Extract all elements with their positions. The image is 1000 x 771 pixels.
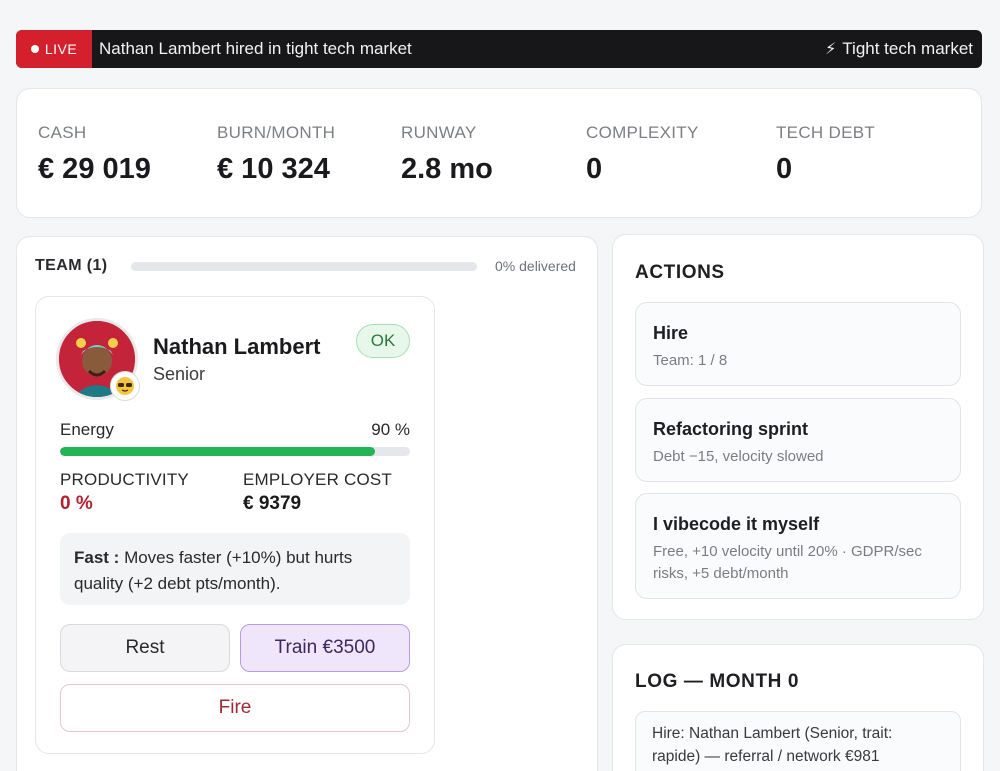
action-title: I vibecode it myself: [653, 514, 820, 534]
stat-runway-value: 2.8 mo: [401, 153, 493, 185]
ticker-message: Nathan Lambert hired in tight tech marke…: [99, 39, 412, 58]
stat-complexity-value: 0: [586, 153, 603, 185]
lightning-bolt-icon: ⚡︎: [825, 41, 837, 58]
actions-panel: ACTIONS Hire Team: 1 / 8 Refactoring spr…: [612, 234, 984, 620]
market-condition: ⚡︎ Tight tech market: [825, 39, 973, 59]
energy-bar-fill: [60, 447, 375, 456]
news-ticker: LIVE Nathan Lambert hired in tight tech …: [16, 30, 982, 68]
energy-value: 90 %: [371, 420, 410, 439]
stat-complexity: COMPLEXITY 0: [586, 123, 699, 186]
status-badge: OK: [356, 324, 410, 358]
delivery-progress-bar: [131, 262, 477, 271]
action-hire[interactable]: Hire Team: 1 / 8: [635, 302, 961, 386]
employer-cost-value: € 9379: [243, 493, 302, 514]
stat-burn-label: BURN/MONTH: [217, 123, 336, 142]
live-label: LIVE: [44, 41, 78, 57]
team-panel: TEAM (1) 0% delivered Nathan Lambert Sen…: [16, 236, 598, 771]
stat-burn: BURN/MONTH € 10 324: [217, 123, 335, 186]
employer-cost-label: EMPLOYER COST: [243, 470, 393, 489]
actions-title: ACTIONS: [635, 262, 725, 283]
stat-tech-debt: TECH DEBT 0: [776, 123, 875, 186]
train-button[interactable]: Train €3500: [240, 624, 410, 672]
stats-card: CASH € 29 019 BURN/MONTH € 10 324 RUNWAY…: [16, 88, 982, 218]
action-title: Hire: [653, 323, 689, 343]
stat-complexity-label: COMPLEXITY: [586, 123, 699, 142]
productivity-label: PRODUCTIVITY: [60, 470, 189, 489]
market-condition-label: Tight tech market: [842, 39, 973, 58]
employee-name: Nathan Lambert: [153, 334, 321, 359]
action-refactoring-sprint[interactable]: Refactoring sprint Debt −15, velocity sl…: [635, 398, 961, 482]
stat-tech-debt-value: 0: [776, 153, 793, 185]
stat-cash-value: € 29 019: [38, 153, 151, 185]
trait-description: Fast : Moves faster (+10%) but hurts qua…: [60, 533, 410, 605]
action-title: Refactoring sprint: [653, 419, 809, 439]
stat-runway-label: RUNWAY: [401, 123, 477, 142]
employee-card: Nathan Lambert Senior OK Energy 90 % PRO…: [35, 296, 435, 754]
energy-label: Energy: [60, 420, 114, 439]
action-desc: Debt −15, velocity slowed: [653, 448, 824, 465]
energy-bar: [60, 447, 410, 456]
action-desc: Free, +10 velocity until 20% · GDPR/sec …: [653, 543, 922, 582]
log-entry: Hire: Nathan Lambert (Senior, trait: rap…: [635, 711, 961, 771]
live-badge: LIVE: [16, 30, 92, 68]
log-title: LOG — MONTH 0: [635, 671, 800, 692]
sunglasses-icon: [110, 371, 140, 401]
log-panel: LOG — MONTH 0 Hire: Nathan Lambert (Seni…: [612, 644, 984, 771]
productivity-value: 0 %: [60, 493, 93, 514]
fire-button[interactable]: Fire: [60, 684, 410, 732]
action-vibecode[interactable]: I vibecode it myself Free, +10 velocity …: [635, 493, 961, 599]
live-dot-icon: [30, 45, 39, 53]
rest-button[interactable]: Rest: [60, 624, 230, 672]
stat-burn-value: € 10 324: [217, 153, 330, 185]
stat-tech-debt-label: TECH DEBT: [776, 123, 876, 142]
trait-name: Fast :: [74, 548, 120, 567]
action-desc: Team: 1 / 8: [653, 352, 728, 369]
employee-level: Senior: [153, 364, 206, 384]
stat-runway: RUNWAY 2.8 mo: [401, 123, 493, 186]
delivery-progress-label: 0% delivered: [495, 258, 576, 274]
stat-cash: CASH € 29 019: [38, 123, 151, 186]
stat-cash-label: CASH: [38, 123, 87, 142]
team-header: TEAM (1): [35, 257, 108, 274]
